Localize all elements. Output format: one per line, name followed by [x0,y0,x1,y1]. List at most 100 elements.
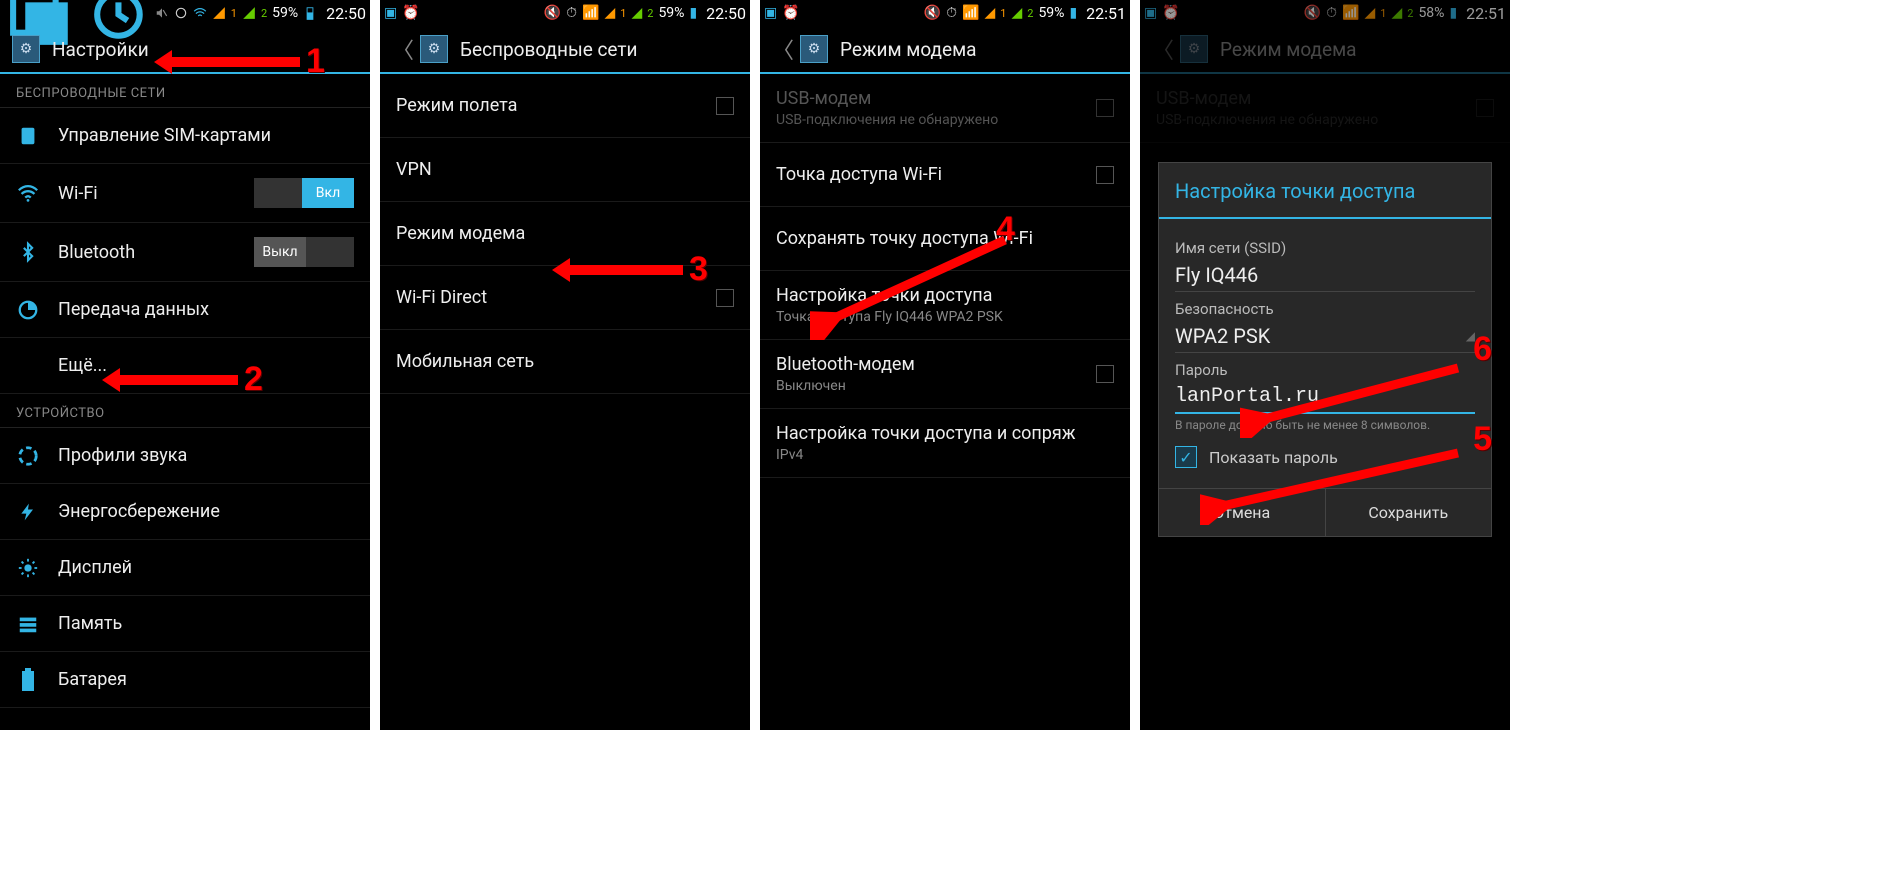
signal-2-icon [242,6,256,20]
signal-1-icon: ◢ [985,5,996,21]
pairing-config-row[interactable]: Настройка точки доступа и сопряж IPv4 [760,409,1130,478]
show-password-checkbox[interactable]: ✓ [1175,446,1197,468]
audio-profiles-row[interactable]: Профили звука [0,428,370,484]
vpn-label: VPN [396,159,734,180]
security-value: WPA2 PSK [1175,324,1270,348]
title-bar[interactable]: 〈 ⚙ Режим модема [760,26,1130,74]
sim-icon [16,125,40,147]
wifi-icon: 📶 [962,5,979,21]
sim2-label: 2 [261,7,267,20]
section-wireless: БЕСПРОВОДНЫЕ СЕТИ [0,74,370,108]
clock-time: 22:50 [706,4,746,23]
mute-icon [155,6,169,20]
battery-percent: 59% [272,5,298,21]
ssid-input[interactable]: Fly IQ446 [1175,257,1475,292]
settings-app-icon: ⚙ [420,35,448,63]
clock-icon [174,6,188,20]
memory-label: Память [58,613,354,634]
tethering-row[interactable]: Режим модема [380,202,750,266]
bt-tether-label: Bluetooth-модем [776,354,1078,375]
hotspot-config-dialog: Настройка точки доступа Имя сети (SSID) … [1158,162,1492,537]
audio-label: Профили звука [58,445,354,466]
settings-app-icon: ⚙ [800,35,828,63]
dropdown-icon: ◢ [1466,329,1475,343]
memory-row[interactable]: Память [0,596,370,652]
signal-1-icon: ◢ [605,5,616,21]
notification-icon: ▣ [384,5,397,21]
status-bar: 1 2 59% 22:50 [0,0,370,26]
mobile-network-row[interactable]: Мобильная сеть [380,330,750,394]
keep-label: Сохранять точку доступа Wi-Fi [776,228,1114,249]
battery-icon: ▮ [689,5,697,21]
data-usage-row[interactable]: Передача данных [0,282,370,338]
signal-1-icon [212,6,226,20]
page-title: Настройки [52,38,149,61]
battery-row-icon [16,668,40,692]
wifi-icon [193,6,207,20]
clock-time: 22:50 [326,4,366,23]
power-label: Энергосбережение [58,501,354,522]
cancel-button[interactable]: Отмена [1159,489,1326,536]
battery-icon: ▮ [1069,5,1077,21]
airplane-checkbox[interactable] [716,97,734,115]
back-icon[interactable]: 〈 [392,33,414,65]
display-row[interactable]: Дисплей [0,540,370,596]
hotspot-checkbox[interactable] [1096,166,1114,184]
wifi-hotspot-row[interactable]: Точка доступа Wi-Fi [760,143,1130,207]
tethering-label: Режим модема [396,223,734,244]
wifi-label: Wi-Fi [58,183,236,204]
clock-icon: ⏱ [566,5,577,21]
wifi-toggle[interactable]: Вкл [254,178,354,208]
bluetooth-toggle[interactable]: Выкл [254,237,354,267]
airplane-label: Режим полета [396,95,698,116]
usb-checkbox [1096,99,1114,117]
hotspot-config-row[interactable]: Настройка точки доступа Точка доступа Fl… [760,271,1130,340]
save-button[interactable]: Сохранить [1326,489,1492,536]
wifi-direct-checkbox[interactable] [716,289,734,307]
power-saving-row[interactable]: Энергосбережение [0,484,370,540]
vpn-row[interactable]: VPN [380,138,750,202]
alarm-icon: ⏰ [782,5,799,21]
sim-management-row[interactable]: Управление SIM-картами [0,108,370,164]
show-password-row[interactable]: ✓ Показать пароль [1175,446,1475,468]
airplane-mode-row[interactable]: Режим полета [380,74,750,138]
hotspot-label: Точка доступа Wi-Fi [776,164,1078,185]
keep-hotspot-row[interactable]: Сохранять точку доступа Wi-Fi [760,207,1130,271]
display-label: Дисплей [58,557,354,578]
password-hint: В пароле должно быть не менее 8 символов… [1175,418,1475,432]
bluetooth-label: Bluetooth [58,242,236,263]
wifi-icon: 📶 [582,5,599,21]
config-label: Настройка точки доступа [776,285,1114,306]
section-device: УСТРОЙСТВО [0,394,370,428]
mute-icon: 🔇 [544,5,561,21]
security-label: Безопасность [1175,300,1475,318]
sim1-label: 1 [231,7,237,20]
wifi-direct-row[interactable]: Wi-Fi Direct [380,266,750,330]
bt-tether-row[interactable]: Bluetooth-модем Выключен [760,340,1130,409]
pairing-label: Настройка точки доступа и сопряж [776,423,1114,444]
data-icon [16,299,40,321]
usb-tether-row: USB-модем USB-подключения не обнаружено [760,74,1130,143]
bolt-icon [16,501,40,523]
pairing-sublabel: IPv4 [776,447,1114,463]
battery-row[interactable]: Батарея [0,652,370,708]
more-row[interactable]: Ещё... [0,338,370,394]
audio-icon [16,445,40,467]
signal-2-icon: ◢ [631,5,642,21]
data-label: Передача данных [58,299,354,320]
status-bar: ▣ ⏰ 🔇 ⏱ 📶 ◢1 ◢2 59% ▮ 22:50 [380,0,750,26]
notification-icon: ▣ [764,5,777,21]
bt-tether-checkbox[interactable] [1096,365,1114,383]
back-icon[interactable]: 〈 [772,33,794,65]
signal-2-icon: ◢ [1011,5,1022,21]
wifi-row[interactable]: Wi-Fi Вкл [0,164,370,223]
sim-label: Управление SIM-картами [58,125,354,146]
screen-3-tether: ▣ ⏰ 🔇 ⏱ 📶 ◢1 ◢2 59% ▮ 22:51 〈 ⚙ Режим мо… [760,0,1130,730]
title-bar[interactable]: 〈 ⚙ Беспроводные сети [380,26,750,74]
screen-4-dialog: ▣ ⏰ 🔇 ⏱ 📶 ◢1 ◢2 58% ▮ 22:51 〈 ⚙ Режим мо… [1140,0,1510,730]
security-select[interactable]: WPA2 PSK ◢ [1175,318,1475,353]
mute-icon: 🔇 [924,5,941,21]
password-input[interactable]: lanPortal.ru [1175,379,1475,414]
bluetooth-row[interactable]: Bluetooth Выкл [0,223,370,282]
page-title: Беспроводные сети [460,38,638,61]
